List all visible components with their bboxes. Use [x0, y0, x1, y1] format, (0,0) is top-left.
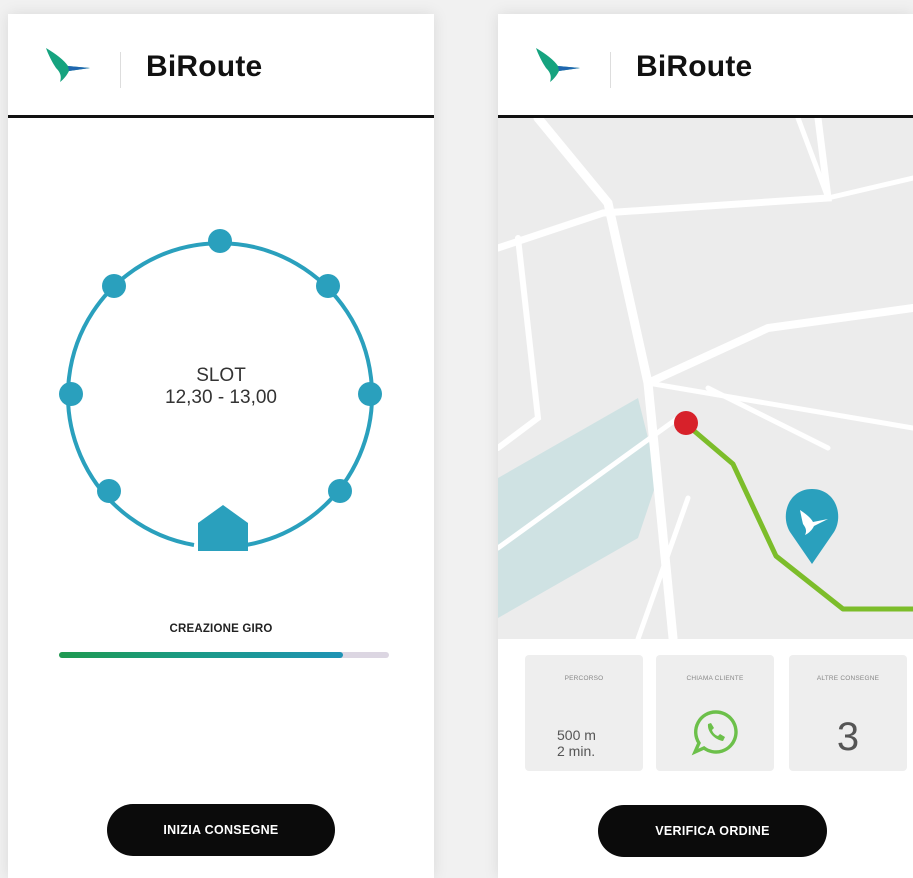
hummingbird-logo-icon: [536, 48, 580, 82]
slot-screen: BiRoute SLOT 12,30 - 13,00 CREAZIONE GIR…: [8, 14, 434, 878]
app-header: BiRoute: [8, 14, 434, 118]
call-customer-card[interactable]: CHIAMA CLIENTE: [656, 655, 774, 771]
header-separator: [610, 52, 611, 88]
other-deliveries-count: 3: [836, 715, 860, 759]
other-deliveries-card: ALTRE CONSEGNE 3: [789, 655, 907, 771]
app-header: BiRoute: [498, 14, 913, 118]
route-progress-fill: [59, 652, 343, 658]
slot-label: SLOT: [196, 365, 246, 386]
header-divider: [8, 115, 434, 118]
route-distance: 500 m: [557, 727, 596, 743]
card-title: ALTRE CONSEGNE: [816, 675, 880, 682]
progress-label: CREAZIONE GIRO: [169, 623, 273, 635]
card-title: PERCORSO: [564, 675, 604, 682]
slot-time: 12,30 - 13,00: [165, 387, 277, 408]
navigation-screen: BiRoute PERCORSO 500 m 2 min. CHIAMA CLI…: [498, 14, 913, 878]
home-icon: [198, 505, 248, 551]
stop-dot: [208, 229, 232, 253]
stop-dot: [102, 274, 126, 298]
app-title: BiRoute: [636, 50, 753, 83]
card-title: CHIAMA CLIENTE: [686, 675, 744, 682]
stop-dot: [316, 274, 340, 298]
stop-dot: [97, 479, 121, 503]
destination-marker: [674, 411, 698, 435]
header-separator: [120, 52, 121, 88]
start-deliveries-button[interactable]: INIZIA CONSEGNE: [107, 804, 335, 856]
route-info-card: PERCORSO 500 m 2 min.: [525, 655, 643, 771]
stop-dot: [328, 479, 352, 503]
whatsapp-icon[interactable]: [691, 708, 741, 758]
route-map[interactable]: [498, 118, 913, 639]
route-progress-bar: [59, 652, 389, 658]
hummingbird-logo-icon: [46, 48, 90, 82]
app-title: BiRoute: [146, 50, 263, 83]
route-time: 2 min.: [557, 743, 596, 759]
verify-order-button[interactable]: VERIFICA ORDINE: [598, 805, 827, 857]
